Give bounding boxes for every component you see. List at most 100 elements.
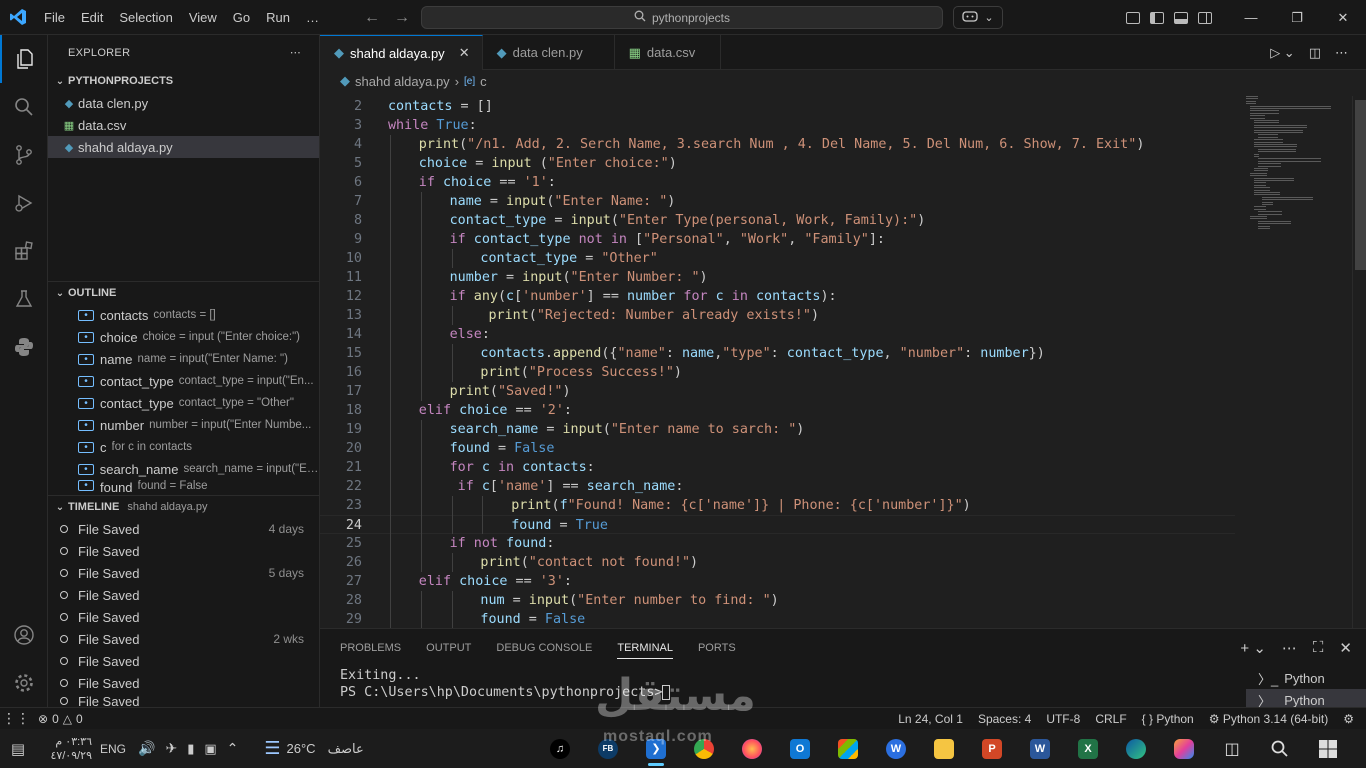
code-line[interactable]: 3 while True:: [320, 116, 1235, 135]
weather-temp[interactable]: 26°C: [287, 741, 316, 756]
tab-shahd-aldaya[interactable]: ◆ shahd aldaya.py ✕: [320, 35, 483, 70]
encoding[interactable]: UTF-8: [1046, 712, 1080, 726]
outline-item[interactable]: • choice choice = input ("Enter choice:"): [48, 326, 319, 348]
back-arrow-icon[interactable]: ←: [364, 9, 380, 27]
tray-app-icon[interactable]: ▣: [204, 741, 216, 757]
powerpoint-icon[interactable]: P: [972, 729, 1012, 768]
timeline-header[interactable]: ⌄ TIMELINE shahd aldaya.py: [48, 496, 319, 518]
timeline-item[interactable]: File Saved: [48, 540, 319, 562]
command-center-search[interactable]: pythonprojects: [421, 6, 943, 29]
tiktok-icon[interactable]: ♫: [540, 729, 580, 768]
cursor-position[interactable]: Ln 24, Col 1: [898, 712, 963, 726]
language-mode[interactable]: { } Python: [1142, 712, 1194, 726]
tab-terminal[interactable]: TERMINAL: [617, 642, 673, 659]
code-line[interactable]: 12 if any(c['number'] == number for c in …: [320, 287, 1235, 306]
notification-center-icon[interactable]: ▤: [0, 740, 36, 758]
new-terminal-plus-icon[interactable]: + ⌄: [1240, 639, 1266, 657]
chevron-up-icon[interactable]: ⌃: [227, 740, 239, 757]
close-window-icon[interactable]: ✕: [1320, 0, 1366, 35]
code-line[interactable]: 14 else:: [320, 325, 1235, 344]
menu-go[interactable]: Go: [225, 0, 258, 35]
code-line[interactable]: 4 print("/n1. Add, 2. Serch Name, 3.searc…: [320, 135, 1235, 154]
scrollbar-thumb[interactable]: [1355, 100, 1366, 270]
outline-item[interactable]: • contacts contacts = []: [48, 304, 319, 326]
edge-icon[interactable]: [1116, 729, 1156, 768]
code-line[interactable]: 21 for c in contacts:: [320, 458, 1235, 477]
firefox-icon[interactable]: [732, 729, 772, 768]
word-icon[interactable]: W: [1020, 729, 1060, 768]
python-icon[interactable]: [0, 323, 48, 371]
menu-run[interactable]: Run: [258, 0, 298, 35]
code-line[interactable]: 11 number = input("Enter Number: "): [320, 268, 1235, 287]
file-explorer-icon[interactable]: [924, 729, 964, 768]
timeline-item[interactable]: File Saved 4 days: [48, 518, 319, 540]
outline-item[interactable]: • c for c in contacts: [48, 436, 319, 458]
menu-selection[interactable]: Selection: [111, 0, 180, 35]
close-icon[interactable]: ✕: [1339, 639, 1352, 657]
code-line[interactable]: 13 print("Rejected: Number already exist…: [320, 306, 1235, 325]
outline-item[interactable]: • found found = False: [48, 480, 319, 492]
outline-header[interactable]: ⌄ OUTLINE: [48, 282, 319, 304]
manage-gear-icon[interactable]: [0, 659, 48, 707]
clock[interactable]: ٠٣:٣٦ م ٤٧/٠٩/٢٩: [36, 735, 92, 763]
outline-item[interactable]: • number number = input("Enter Numbe...: [48, 414, 319, 436]
code-line[interactable]: 5 choice = input ("Enter choice:"): [320, 154, 1235, 173]
code-line[interactable]: 16 print("Process Success!"): [320, 363, 1235, 382]
terminal-instance[interactable]: 〉_ Python: [1246, 667, 1366, 689]
customize-layout-icon[interactable]: [1126, 11, 1140, 24]
code-line[interactable]: 15 contacts.append({"name": name,"type": …: [320, 344, 1235, 363]
menu-file[interactable]: File: [36, 0, 73, 35]
timeline-item[interactable]: File Saved: [48, 694, 319, 707]
notifications-bell-icon[interactable]: ⚙: [1343, 712, 1354, 726]
python-interpreter[interactable]: ⚙ Python 3.14 (64-bit): [1209, 712, 1329, 726]
code-line[interactable]: 26 print("contact not found!"): [320, 553, 1235, 572]
copilot-button[interactable]: ⌄: [953, 6, 1003, 29]
more-actions-icon[interactable]: ⋯: [1282, 639, 1297, 657]
maximize-panel-icon[interactable]: ⛶: [1313, 639, 1324, 657]
code-line[interactable]: 8 contact_type = input("Enter Type(person…: [320, 211, 1235, 230]
code-line[interactable]: 29 found = False: [320, 610, 1235, 628]
run-play-icon[interactable]: ▷ ⌄: [1270, 45, 1295, 61]
indentation[interactable]: Spaces: 4: [978, 712, 1031, 726]
code-line[interactable]: 25 if not found:: [320, 534, 1235, 553]
timeline-item[interactable]: File Saved: [48, 650, 319, 672]
terminal-output[interactable]: Exiting... PS C:\Users\hp\Documents\pyth…: [320, 667, 1366, 701]
search-view-icon[interactable]: [0, 83, 48, 131]
outline-item[interactable]: • name name = input("Enter Name: "): [48, 348, 319, 370]
line-ending[interactable]: CRLF: [1095, 712, 1126, 726]
code-line[interactable]: 19 search_name = input("Enter name to sar…: [320, 420, 1235, 439]
code-line[interactable]: 2 contacts = []: [320, 97, 1235, 116]
minimap[interactable]: [1242, 94, 1352, 244]
tab-problems[interactable]: PROBLEMS: [340, 642, 401, 654]
volume-icon[interactable]: 🔊: [138, 740, 155, 757]
code-editor[interactable]: 2 contacts = [] 3 while True: 4 print("/n1. A…: [320, 94, 1366, 628]
store-icon[interactable]: [828, 729, 868, 768]
outline-item[interactable]: • contact_type contact_type = input("En...: [48, 370, 319, 392]
menu-edit[interactable]: Edit: [73, 0, 111, 35]
code-line[interactable]: 27 elif choice == '3':: [320, 572, 1235, 591]
folder-header[interactable]: ⌄ PYTHONPROJECTS: [48, 70, 319, 92]
file-item-data-csv[interactable]: ▦ data.csv: [48, 114, 319, 136]
problems-status[interactable]: ⊗ 0 △ 0: [38, 712, 83, 726]
code-line[interactable]: 23 print(f"Found! Name: {c['name']} | Pho…: [320, 496, 1235, 515]
code-line[interactable]: 24 found = True: [320, 515, 1235, 534]
code-line[interactable]: 20 found = False: [320, 439, 1235, 458]
code-line[interactable]: 28 num = input("Enter number to find: "): [320, 591, 1235, 610]
code-line[interactable]: 10 contact_type = "Other": [320, 249, 1235, 268]
timeline-item[interactable]: File Saved: [48, 672, 319, 694]
explorer-icon[interactable]: [0, 35, 48, 83]
outline-item[interactable]: • contact_type contact_type = "Other": [48, 392, 319, 414]
code-line[interactable]: 6 if choice == '1':: [320, 173, 1235, 192]
remote-indicator-icon[interactable]: ⋮⋮: [0, 708, 32, 730]
code-line[interactable]: 9 if contact_type not in ["Personal", "Wo…: [320, 230, 1235, 249]
breadcrumb-symbol[interactable]: c: [480, 74, 487, 89]
task-view-icon[interactable]: ◫: [1212, 729, 1252, 768]
timeline-item[interactable]: File Saved: [48, 606, 319, 628]
file-item-shahd-aldaya[interactable]: ◆ shahd aldaya.py: [48, 136, 319, 158]
timeline-item[interactable]: File Saved 2 wks: [48, 628, 319, 650]
toggle-primary-sidebar-icon[interactable]: [1150, 11, 1164, 24]
airplane-mode-icon[interactable]: ✈: [165, 740, 177, 757]
tab-output[interactable]: OUTPUT: [426, 642, 471, 654]
run-debug-icon[interactable]: [0, 179, 48, 227]
breadcrumb-file[interactable]: shahd aldaya.py: [355, 74, 450, 89]
